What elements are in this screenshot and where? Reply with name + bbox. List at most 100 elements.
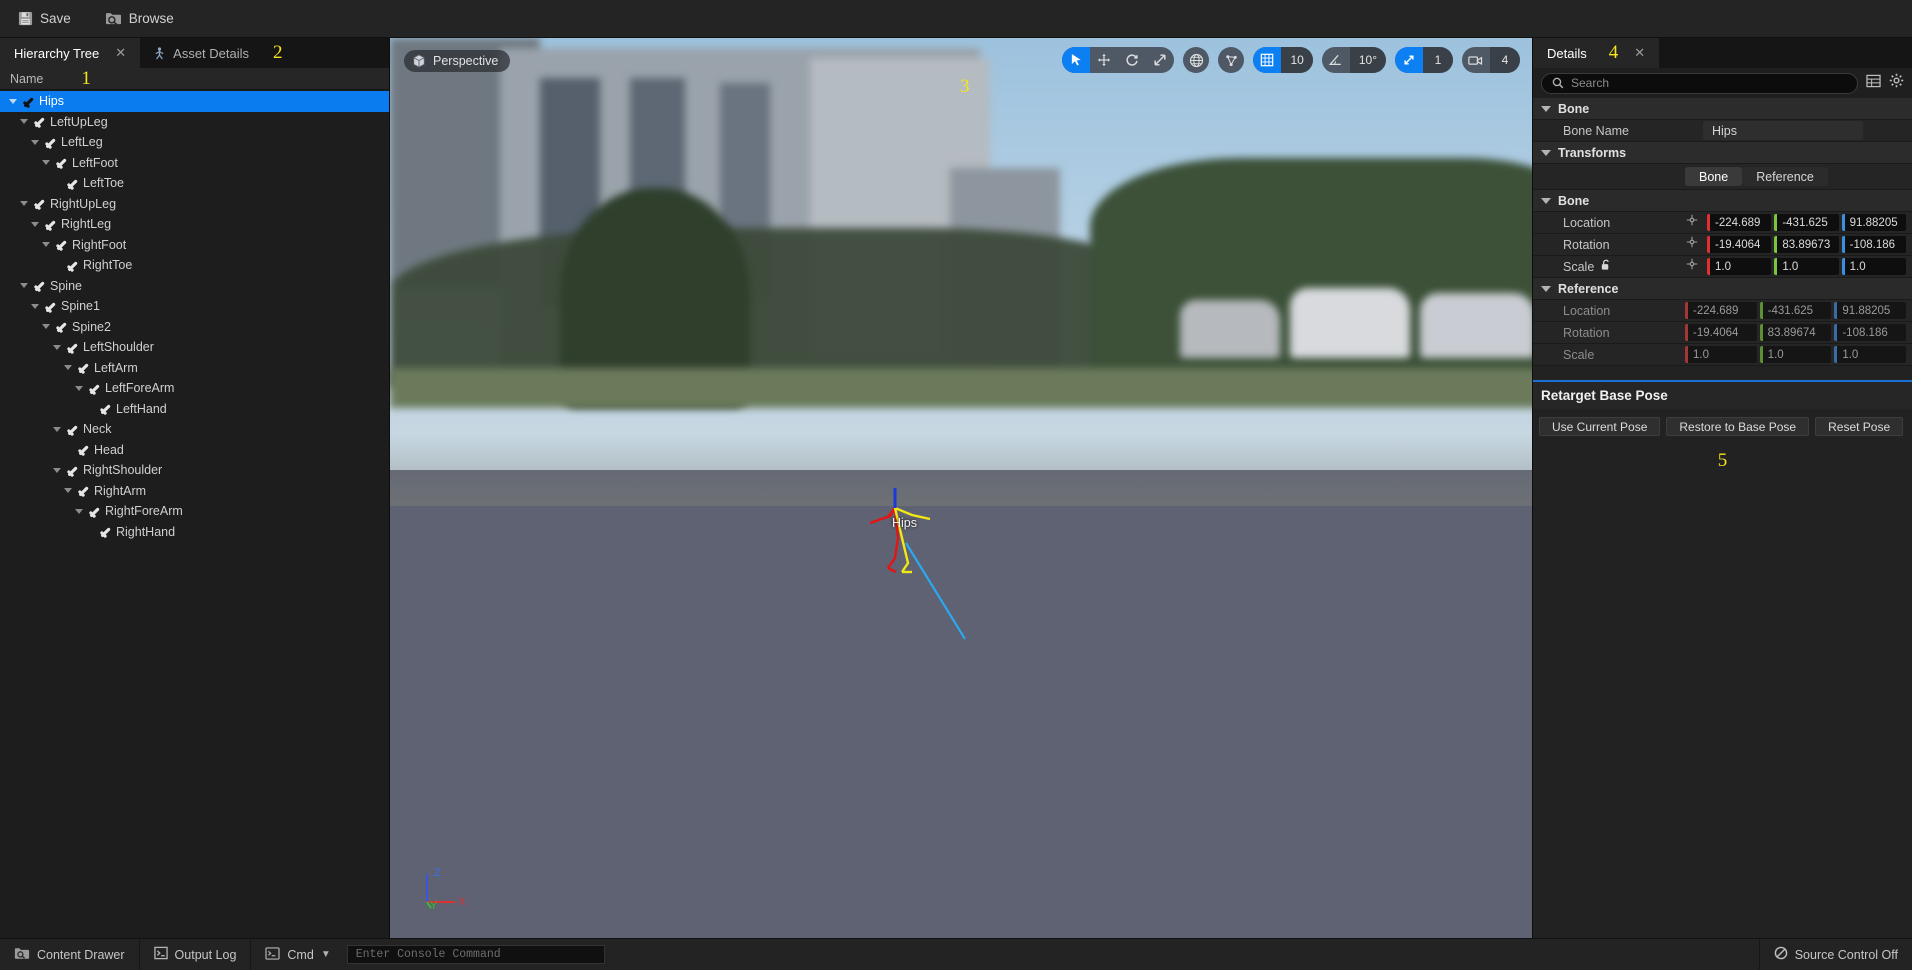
bone-scale-z[interactable]: 1.0	[1841, 258, 1906, 275]
tree-item-righthand[interactable]: RightHand	[0, 522, 389, 543]
tab-hierarchy-tree[interactable]: Hierarchy Tree ✕	[0, 38, 141, 68]
tree-item-leftupleg[interactable]: LeftUpLeg	[0, 112, 389, 133]
chevron-down-icon[interactable]: ▼	[321, 949, 331, 960]
console-command-input[interactable]: Enter Console Command	[346, 945, 605, 964]
source-control-button[interactable]: Source Control Off	[1758, 939, 1912, 970]
tree-item-leftfoot[interactable]: LeftFoot	[0, 153, 389, 174]
expand-caret-icon[interactable]	[28, 135, 42, 149]
retarget-restore-to-base-pose-button[interactable]: Restore to Base Pose	[1666, 417, 1810, 436]
expand-caret-icon[interactable]	[61, 361, 75, 375]
bone-location-y[interactable]: -431.625	[1774, 214, 1839, 231]
bone-scale-y[interactable]: 1.0	[1774, 258, 1839, 275]
close-icon[interactable]: ✕	[115, 45, 126, 61]
tree-item-spine2[interactable]: Spine2	[0, 317, 389, 338]
tree-item-leftshoulder[interactable]: LeftShoulder	[0, 337, 389, 358]
unlock-icon[interactable]	[1600, 259, 1611, 274]
expand-caret-icon[interactable]	[72, 381, 86, 395]
expand-caret-icon[interactable]	[39, 320, 53, 334]
tree-item-head[interactable]: Head	[0, 440, 389, 461]
scale-tool-button[interactable]	[1146, 47, 1174, 73]
subsection-bone-header[interactable]: Bone	[1533, 190, 1912, 212]
expand-caret-icon[interactable]	[50, 340, 64, 354]
expand-caret-icon[interactable]	[17, 115, 31, 129]
expand-caret-icon[interactable]	[72, 504, 86, 518]
tree-item-spine[interactable]: Spine	[0, 276, 389, 297]
expand-caret-icon[interactable]	[6, 94, 20, 108]
expand-caret-icon[interactable]	[39, 238, 53, 252]
tree-item-righttoe[interactable]: RightToe	[0, 255, 389, 276]
bone-location-x[interactable]: -224.689	[1707, 214, 1772, 231]
tree-item-neck[interactable]: Neck	[0, 419, 389, 440]
toggle-reference-button[interactable]: Reference	[1742, 167, 1828, 186]
tree-item-rightarm[interactable]: RightArm	[0, 481, 389, 502]
bone-rotation-y[interactable]: 83.89673	[1774, 236, 1839, 253]
tab-details[interactable]: Details 4 ✕	[1533, 38, 1660, 68]
search-input[interactable]: Search	[1541, 72, 1858, 94]
bone-rotation-x[interactable]: -19.4064	[1707, 236, 1772, 253]
tree-item-rightleg[interactable]: RightLeg	[0, 214, 389, 235]
tree-column-header[interactable]: Name 1	[0, 68, 389, 90]
bone-icon	[53, 238, 69, 252]
rotate-tool-button[interactable]	[1118, 47, 1146, 73]
reset-to-default-icon[interactable]	[1685, 257, 1699, 276]
camera-speed-toggle[interactable]	[1462, 47, 1490, 73]
expand-caret-icon[interactable]	[17, 197, 31, 211]
bone-name-field[interactable]: Hips	[1703, 121, 1863, 140]
expand-caret-icon[interactable]	[61, 484, 75, 498]
expand-caret-icon[interactable]	[39, 156, 53, 170]
subsection-reference-header[interactable]: Reference	[1533, 278, 1912, 300]
section-bone-header[interactable]: Bone	[1533, 98, 1912, 120]
content-drawer-button[interactable]: Content Drawer	[0, 939, 140, 970]
reset-to-default-icon[interactable]	[1685, 213, 1699, 232]
output-log-button[interactable]: Output Log	[140, 939, 252, 970]
bone-location-z[interactable]: 91.88205	[1841, 214, 1906, 231]
camera-speed-value[interactable]: 4	[1490, 47, 1520, 73]
expand-caret-icon[interactable]	[50, 422, 64, 436]
toggle-bone-button[interactable]: Bone	[1685, 167, 1743, 186]
move-tool-button[interactable]	[1090, 47, 1118, 73]
section-transforms-header[interactable]: Transforms	[1533, 142, 1912, 164]
tree-item-rightfoot[interactable]: RightFoot	[0, 235, 389, 256]
tree-item-rightshoulder[interactable]: RightShoulder	[0, 460, 389, 481]
bone-tree[interactable]: Hips LeftUpLeg LeftLeg LeftFoot LeftToe Right…	[0, 90, 389, 938]
grid-snap-toggle[interactable]	[1253, 47, 1282, 73]
tree-item-rightupleg[interactable]: RightUpLeg	[0, 194, 389, 215]
tree-item-lefttoe[interactable]: LeftToe	[0, 173, 389, 194]
tree-item-lefthand[interactable]: LeftHand	[0, 399, 389, 420]
details-search-row: Search	[1533, 68, 1912, 98]
grid-snap-value[interactable]: 10	[1281, 47, 1313, 73]
3d-viewport[interactable]: Perspective 3 10 10° 1 4 Hips Z X Y	[390, 38, 1532, 938]
angle-snap-toggle[interactable]	[1322, 47, 1350, 73]
tree-item-leftleg[interactable]: LeftLeg	[0, 132, 389, 153]
viewport-perspective-button[interactable]: Perspective	[404, 50, 511, 72]
rotate-gizmo-icon	[1126, 54, 1139, 66]
expand-caret-icon[interactable]	[28, 217, 42, 231]
tree-item-hips[interactable]: Hips	[0, 91, 389, 112]
tree-item-spine1[interactable]: Spine1	[0, 296, 389, 317]
expand-caret-icon[interactable]	[17, 279, 31, 293]
select-tool-button[interactable]	[1062, 47, 1091, 73]
expand-caret-icon[interactable]	[50, 463, 64, 477]
scale-snap-value[interactable]: 1	[1423, 47, 1453, 73]
column-view-icon[interactable]	[1866, 74, 1881, 93]
tree-item-leftforearm[interactable]: LeftForeArm	[0, 378, 389, 399]
tree-item-leftarm[interactable]: LeftArm	[0, 358, 389, 379]
surface-snap-button[interactable]	[1218, 47, 1245, 73]
bone-scale-x[interactable]: 1.0	[1707, 258, 1772, 275]
browse-button[interactable]: Browse	[99, 7, 180, 30]
bone-rotation-z[interactable]: -108.186	[1841, 236, 1906, 253]
retarget-reset-pose-button[interactable]: Reset Pose	[1815, 417, 1904, 436]
expand-caret-icon[interactable]	[28, 299, 42, 313]
scale-snap-toggle[interactable]	[1395, 47, 1423, 73]
save-button[interactable]: Save	[12, 7, 77, 30]
gear-icon[interactable]	[1889, 73, 1904, 93]
cmd-dropdown[interactable]: Cmd ▼	[251, 939, 336, 970]
tree-item-rightforearm[interactable]: RightForeArm	[0, 501, 389, 522]
angle-snap-value[interactable]: 10°	[1349, 47, 1386, 73]
coordinate-space-button[interactable]	[1183, 47, 1210, 73]
close-icon[interactable]: ✕	[1634, 45, 1645, 61]
retarget-use-current-pose-button[interactable]: Use Current Pose	[1539, 417, 1661, 436]
reset-to-default-icon[interactable]	[1685, 235, 1699, 254]
tab-asset-details[interactable]: Asset Details	[140, 38, 263, 68]
